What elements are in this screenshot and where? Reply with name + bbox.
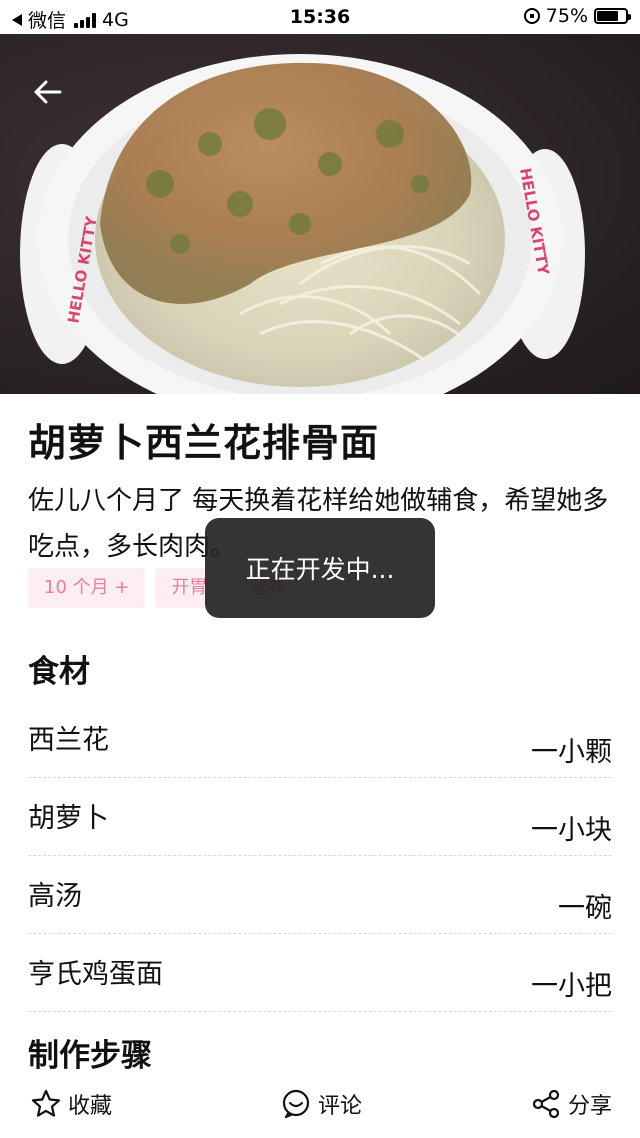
rotation-lock-icon <box>523 8 540 24</box>
ingredients-title: 食材 <box>28 654 90 690</box>
recipe-hero-image: HELLO KITTY HELLO KITTY <box>0 34 640 394</box>
ingredient-amount: 一碗 <box>558 893 612 924</box>
ingredient-amount: 一小颗 <box>531 737 612 768</box>
share-button[interactable]: 分享 <box>530 1084 612 1124</box>
comment-button[interactable]: 评论 <box>280 1084 362 1124</box>
tag-age[interactable]: 10 个月 + <box>28 568 146 608</box>
ingredient-name: 西兰花 <box>28 725 109 756</box>
ingredient-amount: 一小把 <box>531 971 612 1002</box>
ingredient-amount: 一小块 <box>531 815 612 846</box>
toast-message: 正在开发中... <box>205 518 435 618</box>
ingredient-row: 西兰花 一小颗 <box>28 700 612 778</box>
toast-text: 正在开发中... <box>245 555 395 584</box>
comment-label: 评论 <box>318 1094 363 1119</box>
ingredient-row: 亨氏鸡蛋面 一小把 <box>28 934 612 1012</box>
recipe-title: 胡萝卜西兰花排骨面 <box>28 421 380 465</box>
ingredients-list: 西兰花 一小颗 胡萝卜 一小块 高汤 一碗 亨氏鸡蛋面 一小把 <box>28 700 612 1012</box>
favorite-label: 收藏 <box>68 1094 113 1119</box>
bottom-action-bar: 收藏 评论 分享 <box>0 1074 640 1138</box>
battery-icon <box>594 8 631 24</box>
favorite-button[interactable]: 收藏 <box>30 1084 112 1124</box>
recipe-content: 胡萝卜西兰花排骨面 佐儿八个月了 每天换着花样给她做辅食，希望她多吃点，多长肉肉… <box>0 394 640 1074</box>
ingredient-name: 高汤 <box>28 881 82 912</box>
ingredient-name: 亨氏鸡蛋面 <box>28 959 163 990</box>
back-button[interactable] <box>28 72 68 112</box>
noodle-bowl-illustration: HELLO KITTY HELLO KITTY <box>20 54 585 394</box>
status-bar: 微信 4G 15:36 75% <box>0 0 640 34</box>
star-icon <box>31 1089 61 1117</box>
share-icon <box>532 1089 560 1119</box>
status-right: 75% <box>523 5 631 27</box>
ingredient-name: 胡萝卜 <box>28 803 109 834</box>
back-arrow-icon <box>34 80 62 104</box>
share-label: 分享 <box>568 1094 613 1119</box>
ingredient-row: 高汤 一碗 <box>28 856 612 934</box>
steps-title: 制作步骤 <box>28 1038 152 1074</box>
comment-icon <box>282 1089 310 1119</box>
ingredient-row: 胡萝卜 一小块 <box>28 778 612 856</box>
battery-percent: 75% <box>545 5 588 27</box>
